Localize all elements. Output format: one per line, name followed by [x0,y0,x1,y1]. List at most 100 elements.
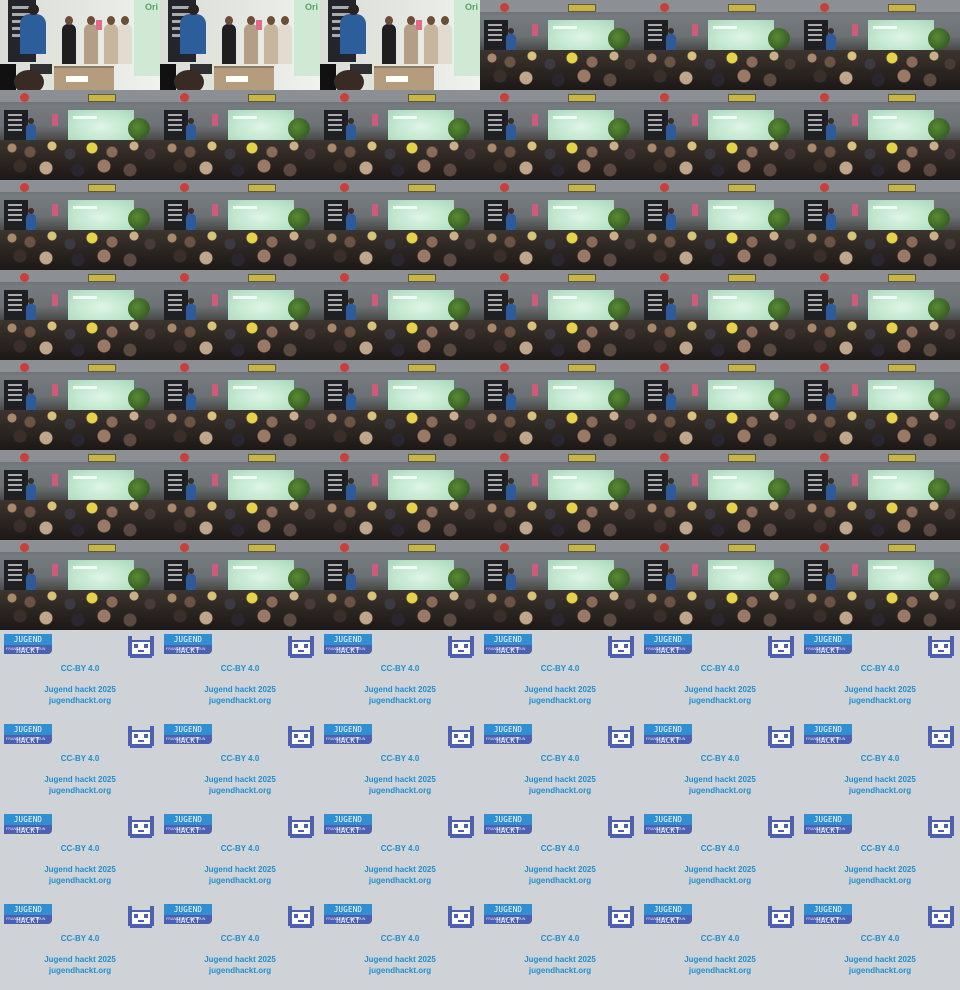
logo-location: FRANKFURT AM MAIN [806,827,846,831]
jugend-hackt-logo: JUGEND HACKT FRANKFURT AM MAIN [4,634,52,655]
logo-location: FRANKFURT AM MAIN [486,737,526,741]
audience [0,140,160,180]
license-text: CC-BY 4.0 [220,754,260,763]
lectern [54,66,114,90]
pink-sign [852,294,858,306]
plant [928,568,950,590]
event-url: jugendhackt.org [848,876,912,885]
wall-banner [568,184,596,192]
logo-location: FRANKFURT AM MAIN [326,827,366,831]
robot-mascot-icon [448,906,474,928]
wall-logo [180,543,189,552]
audience [800,230,960,270]
auditorium-frame [640,450,800,540]
pink-sign [532,114,538,126]
wall-banner [888,94,916,102]
audience [800,410,960,450]
audience [640,410,800,450]
credit-card-frame: JUGEND HACKT FRANKFURT AM MAIN CC-BY 4.0… [640,630,800,720]
event-title: Jugend hackt 2025 [204,865,276,874]
audience [320,410,480,450]
jugend-hackt-logo: JUGEND HACKT FRANKFURT AM MAIN [644,634,692,655]
audience [640,590,800,630]
robot-mascot-icon [928,636,954,658]
logo-location: FRANKFURT AM MAIN [326,647,366,651]
event-title: Jugend hackt 2025 [844,775,916,784]
wall-logo [340,363,349,372]
logo-location: FRANKFURT AM MAIN [806,647,846,651]
credit-card-frame: JUGEND HACKT FRANKFURT AM MAIN CC-BY 4.0… [480,630,640,720]
projection-screen [708,470,774,504]
plant [608,208,630,230]
jugend-hackt-logo: JUGEND HACKT FRANKFURT AM MAIN [644,724,692,745]
projection-screen [388,560,454,594]
logo-location: FRANKFURT AM MAIN [6,827,46,831]
pink-sign [692,294,698,306]
license-text: CC-BY 4.0 [860,934,900,943]
jugend-hackt-logo: JUGEND HACKT FRANKFURT AM MAIN [804,904,852,925]
event-title: Jugend hackt 2025 [844,865,916,874]
event-title: Jugend hackt 2025 [44,865,116,874]
pink-sign [532,384,538,396]
event-url: jugendhackt.org [688,876,752,885]
logo-wordmark: JUGEND HACKT [164,724,212,745]
license-text: CC-BY 4.0 [860,754,900,763]
logo-location: FRANKFURT AM MAIN [806,737,846,741]
wall-logo [820,183,829,192]
auditorium-frame [480,90,640,180]
pink-sign [692,204,698,216]
wall-logo [340,273,349,282]
info-board [164,290,188,324]
wall-logo [500,363,509,372]
wall-banner [888,274,916,282]
license-text: CC-BY 4.0 [380,934,420,943]
projection-screen [868,470,934,504]
wall-banner [408,544,436,552]
plant [128,568,150,590]
plant [128,298,150,320]
logo-wordmark: JUGEND HACKT [164,904,212,925]
credit-card-frame: JUGEND HACKT FRANKFURT AM MAIN CC-BY 4.0… [800,630,960,720]
logo-wordmark: JUGEND HACKT [804,814,852,835]
pink-sign [852,474,858,486]
presenter [244,16,258,64]
robot-mascot-icon [928,726,954,748]
projection-screen [708,290,774,324]
credit-card-frame: JUGEND HACKT FRANKFURT AM MAIN CC-BY 4.0… [480,720,640,810]
wall-banner [568,364,596,372]
pink-sign [852,384,858,396]
audience [640,230,800,270]
robot-mascot-icon [288,636,314,658]
plant [288,118,310,140]
audience [800,140,960,180]
credit-card-frame: JUGEND HACKT FRANKFURT AM MAIN CC-BY 4.0… [800,900,960,990]
credit-card-frame: JUGEND HACKT FRANKFURT AM MAIN CC-BY 4.0… [320,630,480,720]
credit-card-frame: JUGEND HACKT FRANKFURT AM MAIN CC-BY 4.0… [0,630,160,720]
audience-head [174,70,204,90]
credit-card-frame: JUGEND HACKT FRANKFURT AM MAIN CC-BY 4.0… [320,900,480,990]
plant [928,118,950,140]
wall-logo [500,183,509,192]
wall-banner [568,4,596,12]
info-board [164,380,188,414]
projection-screen [548,470,614,504]
license-text: CC-BY 4.0 [700,844,740,853]
jugend-hackt-logo: JUGEND HACKT FRANKFURT AM MAIN [484,634,532,655]
plant [608,388,630,410]
wall-banner [888,184,916,192]
auditorium-frame [640,90,800,180]
license-text: CC-BY 4.0 [540,754,580,763]
info-board [4,200,28,234]
projection-screen [68,200,134,234]
robot-mascot-icon [928,906,954,928]
auditorium-frame [160,360,320,450]
auditorium-frame [640,360,800,450]
info-board [324,560,348,594]
presenter-blue-hoodie [340,4,366,54]
license-text: CC-BY 4.0 [220,934,260,943]
event-title: Jugend hackt 2025 [524,775,596,784]
event-title: Jugend hackt 2025 [44,955,116,964]
pink-sign [212,474,218,486]
event-title: Jugend hackt 2025 [204,955,276,964]
auditorium-frame [640,540,800,630]
